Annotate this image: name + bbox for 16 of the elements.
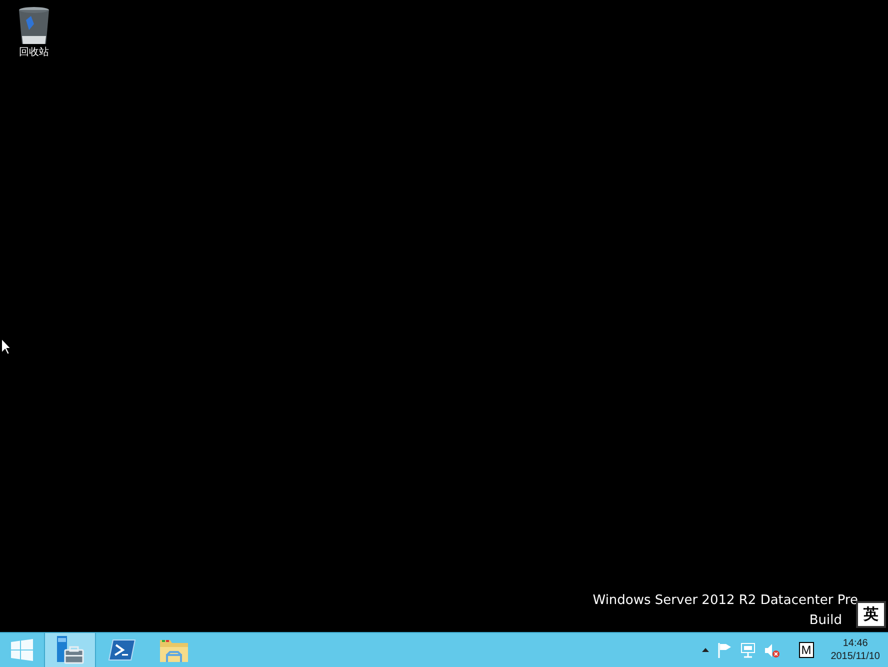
- edition-watermark: Windows Server 2012 R2 Datacenter Pre: [592, 592, 858, 610]
- show-hidden-icons-icon[interactable]: [702, 648, 709, 652]
- server-toolbox-icon: [55, 636, 85, 664]
- input-mode-indicator[interactable]: M: [798, 642, 814, 658]
- ime-indicator[interactable]: 英: [856, 601, 886, 628]
- windows-logo-icon: [11, 639, 33, 661]
- clock[interactable]: 14:46 2015/11/10: [830, 637, 880, 663]
- taskbar-app-button[interactable]: [44, 633, 96, 667]
- desktop-icon-label: 回收站: [19, 46, 49, 60]
- flag-icon[interactable]: [718, 642, 732, 658]
- terminal-icon: [108, 638, 136, 662]
- recycle-bin-icon[interactable]: [18, 6, 50, 46]
- folder-icon: [159, 637, 189, 663]
- network-monitor-icon[interactable]: [740, 642, 755, 658]
- build-watermark: Build: [809, 612, 842, 630]
- speaker-muted-icon[interactable]: [764, 642, 780, 658]
